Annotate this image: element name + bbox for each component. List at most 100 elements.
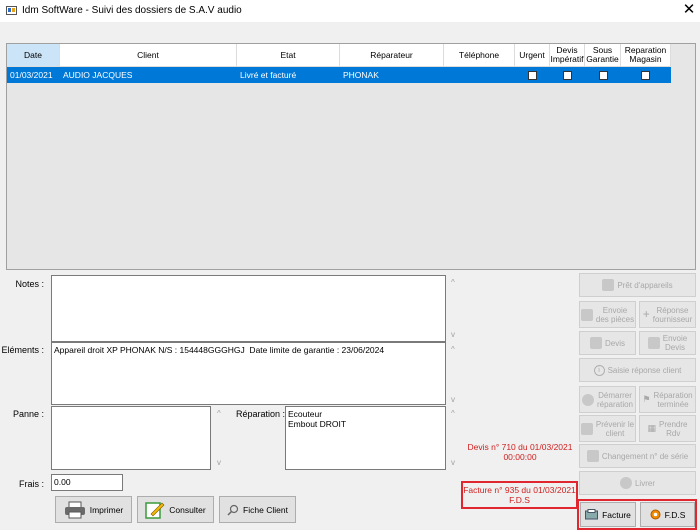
notes-field[interactable] bbox=[51, 275, 446, 342]
envoie-pieces-label: des pièces bbox=[595, 314, 635, 324]
envoie-pieces-button[interactable]: Envoie des pièces bbox=[579, 301, 636, 328]
reponse-fournisseur-label: Réponse bbox=[656, 305, 689, 315]
column-header-client[interactable]: Client bbox=[60, 44, 237, 67]
cell-etat: Livré et facturé bbox=[240, 70, 297, 80]
scroll-down-icon[interactable]: v bbox=[451, 458, 455, 467]
column-header-etat[interactable]: Etat bbox=[237, 44, 340, 67]
send-icon bbox=[647, 337, 660, 349]
frais-input[interactable]: 0.00 bbox=[51, 474, 123, 491]
devis-info-line: 00:00:00 bbox=[503, 452, 537, 462]
imprimer-label: Imprimer bbox=[89, 504, 124, 515]
document-icon bbox=[589, 337, 602, 349]
column-header-reparation-magasin[interactable]: Reparation Magasin bbox=[621, 44, 671, 67]
devis-info-line: Devis n° 710 du 01/03/2021 bbox=[467, 442, 573, 452]
reparation-field[interactable]: Ecouteur Embout DROIT bbox=[285, 406, 446, 470]
flag-icon: ⚑ bbox=[642, 394, 651, 404]
dossiers-grid[interactable]: Date Client Etat Réparateur Téléphone Ur… bbox=[6, 43, 696, 270]
envoie-devis-button[interactable]: Envoie Devis bbox=[639, 331, 696, 355]
column-header-reparateur[interactable]: Réparateur bbox=[340, 44, 444, 67]
parts-icon bbox=[580, 308, 593, 321]
urgent-checkbox[interactable] bbox=[528, 71, 537, 80]
sous-garantie-checkbox[interactable] bbox=[599, 71, 608, 80]
scroll-up-icon[interactable]: ^ bbox=[451, 278, 455, 287]
notes-label: Notes : bbox=[15, 279, 44, 289]
prendre-rdv-label: Rdv bbox=[666, 428, 681, 438]
reparation-terminee-button[interactable]: ⚑ Réparation terminée bbox=[639, 386, 696, 413]
facture-label: Facture bbox=[602, 509, 631, 520]
column-header-telephone[interactable]: Téléphone bbox=[444, 44, 515, 67]
fds-label: F.D.S bbox=[664, 509, 686, 520]
elements-field[interactable]: Appareil droit XP PHONAK N/S : 154448GGG… bbox=[51, 342, 446, 405]
consulter-label: Consulter bbox=[169, 504, 206, 515]
column-header-urgent[interactable]: Urgent bbox=[515, 44, 550, 67]
prevenir-client-label: client bbox=[605, 428, 625, 438]
prevenir-client-button[interactable]: Prévenir le client bbox=[579, 415, 636, 442]
scroll-up-icon[interactable]: ^ bbox=[451, 345, 455, 354]
printer-icon bbox=[64, 501, 85, 518]
column-header-date[interactable]: Date bbox=[7, 44, 60, 67]
livrer-label: Livrer bbox=[634, 478, 655, 488]
reparation-terminee-label: Réparation bbox=[653, 390, 693, 400]
devis-imperatif-checkbox[interactable] bbox=[563, 71, 572, 80]
scroll-down-icon[interactable]: v bbox=[451, 330, 455, 339]
reparation-label: Réparation : bbox=[236, 409, 286, 419]
panne-field[interactable] bbox=[51, 406, 211, 470]
close-icon[interactable]: ✕ bbox=[680, 1, 698, 19]
reparation-terminee-label: terminée bbox=[657, 399, 689, 409]
phone-icon bbox=[580, 422, 593, 435]
cell-telephone bbox=[444, 67, 515, 83]
pret-appareils-label: Prêt d'appareils bbox=[617, 280, 673, 290]
hearing-aid-icon bbox=[602, 279, 615, 291]
prendre-rdv-button[interactable]: ▦ Prendre Rdv bbox=[639, 415, 696, 442]
cell-date: 01/03/2021 bbox=[10, 70, 53, 80]
fiche-client-label: Fiche Client bbox=[243, 504, 288, 515]
demarrer-reparation-label: Démarrer bbox=[598, 390, 632, 400]
calendar-icon: ▦ bbox=[647, 423, 657, 433]
elements-label: Eléments : bbox=[1, 345, 44, 355]
devis-button[interactable]: Devis bbox=[579, 331, 636, 355]
app-icon bbox=[6, 6, 17, 15]
facture-info-line: F.D.S bbox=[509, 495, 530, 505]
fds-icon bbox=[650, 509, 661, 520]
livrer-button[interactable]: Livrer bbox=[579, 471, 696, 495]
saisie-reponse-client-button[interactable]: i Saisie réponse client bbox=[579, 358, 696, 382]
reparation-line: Embout DROIT bbox=[288, 419, 347, 429]
prendre-rdv-label: Prendre bbox=[659, 419, 688, 429]
cell-client: AUDIO JACQUES bbox=[63, 70, 133, 80]
devis-label: Devis bbox=[604, 338, 625, 348]
cell-reparateur: PHONAK bbox=[343, 70, 379, 80]
envoie-devis-label: Devis bbox=[664, 343, 685, 352]
invoice-icon bbox=[585, 509, 599, 520]
changement-serie-button[interactable]: Changement n° de série bbox=[579, 444, 696, 468]
reponse-fournisseur-label: fournisseur bbox=[652, 314, 693, 324]
edit-document-icon bbox=[586, 450, 599, 462]
devis-info: Devis n° 710 du 01/03/2021 00:00:00 bbox=[462, 442, 578, 462]
info-icon: i bbox=[593, 364, 605, 376]
demarrer-reparation-button[interactable]: Démarrer réparation bbox=[579, 386, 636, 413]
scroll-up-icon[interactable]: ^ bbox=[217, 409, 221, 418]
prevenir-client-label: Prévenir le bbox=[595, 419, 635, 429]
reparation-magasin-checkbox[interactable] bbox=[641, 71, 650, 80]
edit-icon bbox=[145, 501, 165, 519]
consulter-button[interactable]: Consulter bbox=[137, 496, 214, 523]
scroll-up-icon[interactable]: ^ bbox=[451, 409, 455, 418]
imprimer-button[interactable]: Imprimer bbox=[55, 496, 132, 523]
scroll-down-icon[interactable]: v bbox=[217, 458, 221, 467]
search-icon bbox=[227, 504, 239, 516]
column-header-devis-imperatif[interactable]: Devis Impératif bbox=[550, 44, 585, 67]
table-row[interactable]: 01/03/2021 AUDIO JACQUES Livré et factur… bbox=[7, 67, 671, 83]
panne-label: Panne : bbox=[12, 409, 44, 419]
fiche-client-button[interactable]: Fiche Client bbox=[219, 496, 296, 523]
frais-label: Frais : bbox=[18, 479, 44, 489]
demarrer-reparation-label: réparation bbox=[596, 399, 634, 409]
facture-button[interactable]: Facture bbox=[580, 502, 636, 527]
column-header-sous-garantie[interactable]: Sous Garantie bbox=[585, 44, 621, 67]
play-icon bbox=[581, 393, 594, 406]
envoie-devis-label: Envoie bbox=[662, 334, 688, 343]
scroll-down-icon[interactable]: v bbox=[451, 395, 455, 404]
fds-button[interactable]: F.D.S bbox=[640, 502, 695, 527]
window-title: Idm SoftWare - Suivi des dossiers de S.A… bbox=[22, 5, 242, 16]
pret-appareils-button[interactable]: Prêt d'appareils bbox=[579, 273, 696, 297]
reponse-fournisseur-button[interactable]: + Réponse fournisseur bbox=[639, 301, 696, 328]
plus-icon: + bbox=[642, 307, 650, 321]
